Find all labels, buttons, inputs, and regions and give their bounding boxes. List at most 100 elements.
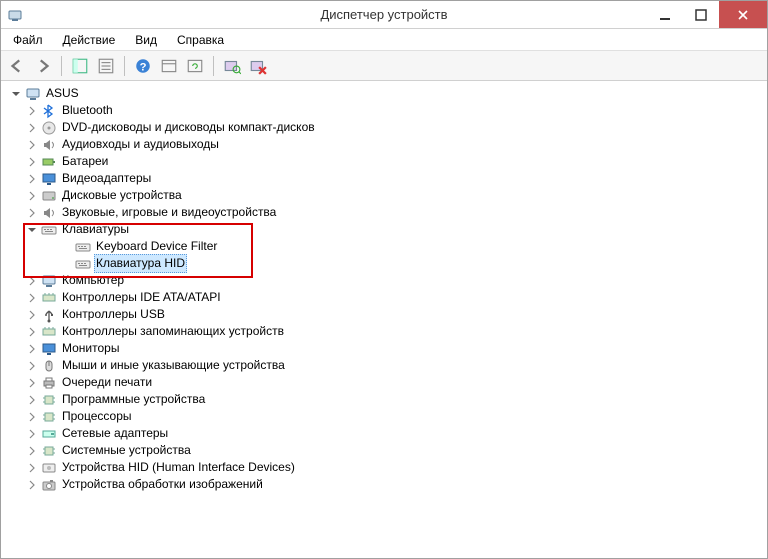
expand-icon[interactable] <box>25 274 39 288</box>
bluetooth-icon <box>41 103 57 119</box>
uninstall-button[interactable] <box>246 54 270 78</box>
menu-file[interactable]: Файл <box>5 31 51 49</box>
camera-icon <box>41 477 57 493</box>
toolbar-separator <box>213 56 214 76</box>
tree-device-khid[interactable]: Клавиатура HID <box>3 255 767 272</box>
tree-item-label: Устройства HID (Human Interface Devices) <box>60 459 297 476</box>
expand-icon[interactable] <box>25 359 39 373</box>
expand-icon[interactable] <box>25 461 39 475</box>
tree-category-dvd[interactable]: DVD-дисководы и дисководы компакт-дисков <box>3 119 767 136</box>
expand-icon[interactable] <box>25 376 39 390</box>
device-tree[interactable]: ASUSBluetoothDVD-дисководы и дисководы к… <box>1 81 767 558</box>
display-icon <box>41 171 57 187</box>
mouse-icon <box>41 358 57 374</box>
tree-item-label: Системные устройства <box>60 442 193 459</box>
maximize-button[interactable] <box>683 1 719 28</box>
tree-category-audio[interactable]: Аудиовходы и аудиовыходы <box>3 136 767 153</box>
expand-icon[interactable] <box>25 104 39 118</box>
collapse-icon[interactable] <box>9 87 23 101</box>
forward-button[interactable] <box>31 54 55 78</box>
speaker-icon <box>41 205 57 221</box>
window-controls <box>647 1 767 28</box>
tree-device-kdf[interactable]: Keyboard Device Filter <box>3 238 767 255</box>
close-button[interactable] <box>719 1 767 28</box>
computer-icon <box>25 86 41 102</box>
computer-icon <box>41 273 57 289</box>
expand-icon[interactable] <box>25 189 39 203</box>
display-icon <box>41 341 57 357</box>
tree-category-imaging[interactable]: Устройства обработки изображений <box>3 476 767 493</box>
tree-category-disk[interactable]: Дисковые устройства <box>3 187 767 204</box>
expand-icon[interactable] <box>25 291 39 305</box>
tree-category-usbctl[interactable]: Контроллеры USB <box>3 306 767 323</box>
expand-icon[interactable] <box>25 206 39 220</box>
expand-icon[interactable] <box>25 325 39 339</box>
tree-item-label: Батареи <box>60 153 110 170</box>
view-button[interactable] <box>157 54 181 78</box>
tree-category-mice[interactable]: Мыши и иные указывающие устройства <box>3 357 767 374</box>
printer-icon <box>41 375 57 391</box>
tree-item-label: Дисковые устройства <box>60 187 184 204</box>
menu-help[interactable]: Справка <box>169 31 232 49</box>
expand-icon[interactable] <box>25 155 39 169</box>
tree-item-label: Клавиатуры <box>60 221 131 238</box>
disc-icon <box>41 120 57 136</box>
usb-icon <box>41 307 57 323</box>
minimize-button[interactable] <box>647 1 683 28</box>
tree-item-label: ASUS <box>44 85 81 102</box>
tree-category-computer[interactable]: Компьютер <box>3 272 767 289</box>
controller-icon <box>41 290 57 306</box>
tree-item-label: DVD-дисководы и дисководы компакт-дисков <box>60 119 317 136</box>
back-button[interactable] <box>5 54 29 78</box>
tree-category-cpu[interactable]: Процессоры <box>3 408 767 425</box>
tree-item-label: Сетевые адаптеры <box>60 425 170 442</box>
tree-category-hid[interactable]: Устройства HID (Human Interface Devices) <box>3 459 767 476</box>
tree-category-printq[interactable]: Очереди печати <box>3 374 767 391</box>
expand-icon[interactable] <box>25 478 39 492</box>
tree-item-label: Контроллеры запоминающих устройств <box>60 323 286 340</box>
tree-item-label: Bluetooth <box>60 102 115 119</box>
refresh-button[interactable] <box>183 54 207 78</box>
controller-icon <box>41 324 57 340</box>
properties-button[interactable] <box>94 54 118 78</box>
titlebar: Диспетчер устройств <box>1 1 767 29</box>
menubar: Файл Действие Вид Справка <box>1 29 767 51</box>
tree-item-label: Устройства обработки изображений <box>60 476 265 493</box>
tree-category-battery[interactable]: Батареи <box>3 153 767 170</box>
tree-item-label: Мониторы <box>60 340 121 357</box>
expand-icon[interactable] <box>25 427 39 441</box>
expand-icon[interactable] <box>25 138 39 152</box>
hid-icon <box>41 460 57 476</box>
tree-category-keyboards[interactable]: Клавиатуры <box>3 221 767 238</box>
expand-icon[interactable] <box>25 410 39 424</box>
scan-hardware-button[interactable] <box>220 54 244 78</box>
expand-icon[interactable] <box>25 393 39 407</box>
tree-item-label: Keyboard Device Filter <box>94 238 219 255</box>
expand-icon[interactable] <box>25 121 39 135</box>
collapse-icon[interactable] <box>25 223 39 237</box>
tree-item-label: Компьютер <box>60 272 126 289</box>
tree-category-sound[interactable]: Звуковые, игровые и видеоустройства <box>3 204 767 221</box>
tree-item-label: Контроллеры USB <box>60 306 167 323</box>
show-hide-tree-button[interactable] <box>68 54 92 78</box>
menu-view[interactable]: Вид <box>127 31 165 49</box>
expand-icon[interactable] <box>25 308 39 322</box>
hdd-icon <box>41 188 57 204</box>
battery-icon <box>41 154 57 170</box>
tree-item-label: Клавиатура HID <box>94 254 187 273</box>
tree-category-ide[interactable]: Контроллеры IDE ATA/ATAPI <box>3 289 767 306</box>
tree-category-bluetooth[interactable]: Bluetooth <box>3 102 767 119</box>
tree-category-software[interactable]: Программные устройства <box>3 391 767 408</box>
tree-category-monitors[interactable]: Мониторы <box>3 340 767 357</box>
tree-category-system[interactable]: Системные устройства <box>3 442 767 459</box>
tree-item-label: Звуковые, игровые и видеоустройства <box>60 204 278 221</box>
tree-category-video[interactable]: Видеоадаптеры <box>3 170 767 187</box>
tree-category-network[interactable]: Сетевые адаптеры <box>3 425 767 442</box>
expand-icon[interactable] <box>25 342 39 356</box>
tree-root-node[interactable]: ASUS <box>3 85 767 102</box>
tree-category-storage-ctl[interactable]: Контроллеры запоминающих устройств <box>3 323 767 340</box>
help-button[interactable]: ? <box>131 54 155 78</box>
expand-icon[interactable] <box>25 444 39 458</box>
menu-action[interactable]: Действие <box>55 31 124 49</box>
expand-icon[interactable] <box>25 172 39 186</box>
